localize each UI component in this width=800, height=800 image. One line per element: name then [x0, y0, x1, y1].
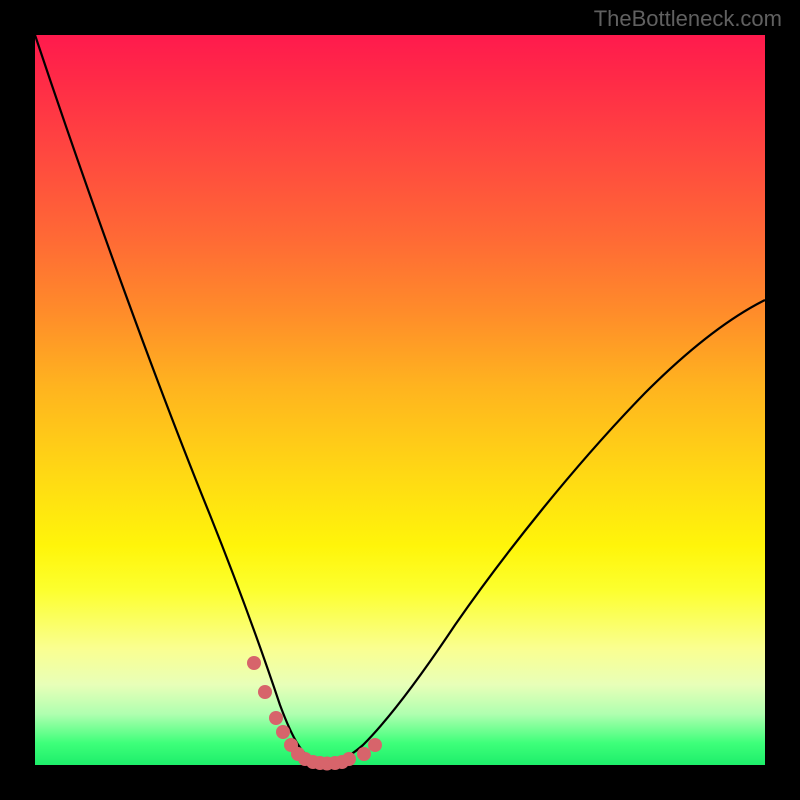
highlight-dot: [247, 656, 261, 670]
curve-line: [35, 35, 765, 763]
highlight-dot: [357, 747, 371, 761]
highlight-dot: [269, 711, 283, 725]
highlight-dot: [342, 752, 356, 766]
highlight-dot: [368, 738, 382, 752]
highlight-dot-group: [247, 656, 382, 771]
chart-svg: [35, 35, 765, 765]
highlight-dot: [258, 685, 272, 699]
highlight-dot: [276, 725, 290, 739]
watermark-text: TheBottleneck.com: [594, 6, 782, 32]
